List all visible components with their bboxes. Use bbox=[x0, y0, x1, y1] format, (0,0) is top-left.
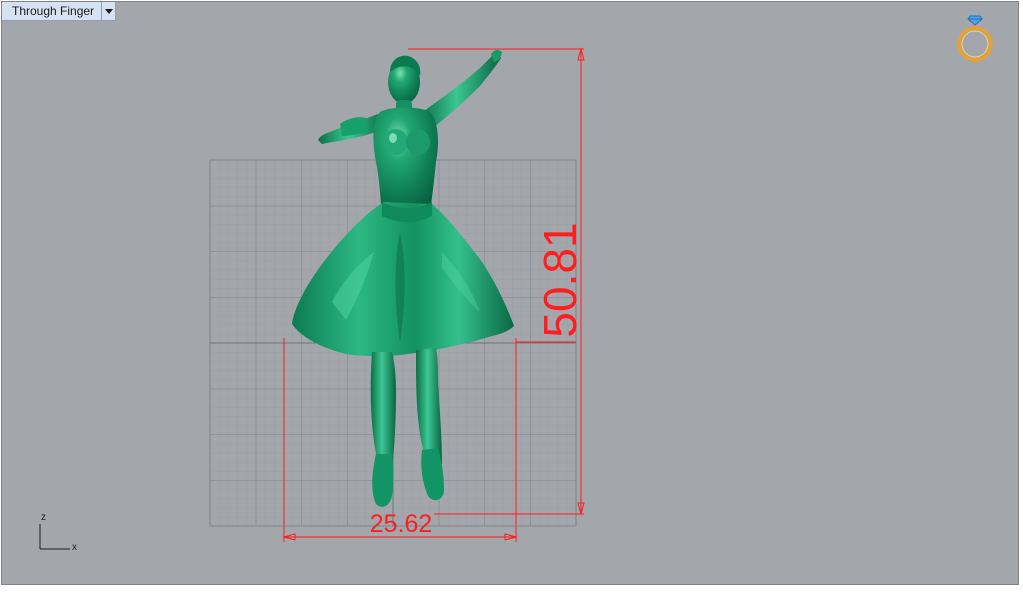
axis-indicator: z x bbox=[39, 512, 77, 553]
axis-z-label: z bbox=[41, 512, 46, 523]
viewport[interactable]: Through Finger 50.81 25.62 z x bbox=[1, 1, 1019, 585]
height-dimension-label: 50.81 bbox=[534, 222, 586, 337]
axis-x-label: x bbox=[72, 542, 77, 553]
model-scene: 50.81 25.62 z x bbox=[39, 47, 586, 553]
width-dimension-label: 25.62 bbox=[370, 510, 433, 538]
